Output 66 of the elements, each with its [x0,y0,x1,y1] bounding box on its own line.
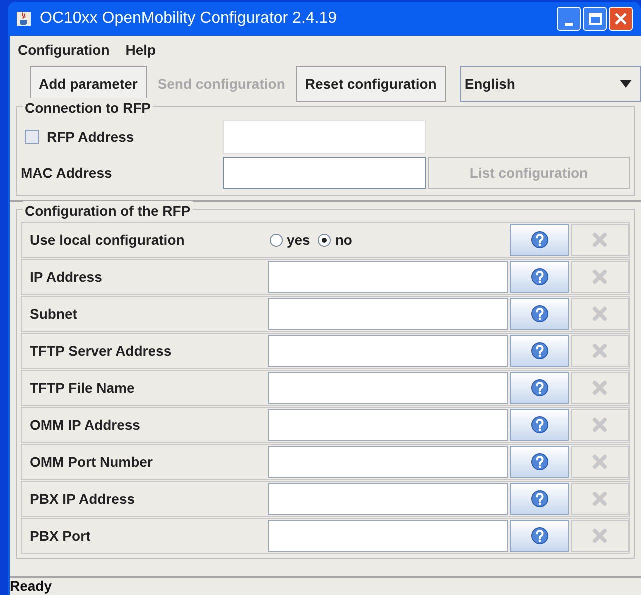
radio-label: no [335,230,352,250]
language-dropdown[interactable]: English [460,66,641,102]
help-button[interactable] [510,372,570,404]
help-icon [530,416,549,434]
help-button[interactable] [510,224,570,256]
mac-address-field[interactable] [223,157,426,189]
close-icon [592,380,608,396]
parameter-field[interactable] [268,261,508,293]
close-icon [592,417,608,433]
close-button[interactable] [609,7,633,31]
radio-button[interactable] [318,234,332,246]
status-text: Ready [10,577,52,595]
help-icon [530,453,549,471]
parameter-field[interactable] [268,409,508,441]
parameter-label: Use local configuration [29,230,186,250]
help-icon [530,342,549,360]
checkbox[interactable] [25,130,39,144]
close-icon [592,454,608,470]
close-icon [614,12,628,26]
menu-item[interactable]: Configuration [18,40,110,60]
help-icon [530,527,549,545]
toolbar-button[interactable]: Reset configuration [296,66,446,102]
parameter-label: OMM Port Number [29,452,154,472]
minimize-button[interactable] [557,7,581,31]
help-button[interactable] [510,446,570,478]
parameter-label: Subnet [29,304,78,324]
help-button[interactable] [510,520,570,552]
parameter-label: TFTP Server Address [29,342,173,360]
parameter-field[interactable] [268,520,508,552]
close-icon [592,491,608,507]
parameter-label: TFTP File Name [29,378,136,398]
maximize-button[interactable] [583,7,607,31]
close-icon [592,528,608,544]
parameter-label: PBX IP Address [29,490,136,508]
dropdown-arrow-icon [620,80,632,88]
menu-item[interactable]: Help [126,40,156,60]
help-icon [530,231,549,249]
radio-button[interactable] [270,234,283,246]
radio-label: yes [286,230,310,250]
help-button[interactable] [510,298,570,330]
parameter-field[interactable] [268,335,508,367]
parameter-field[interactable] [268,298,508,330]
parameter-field[interactable] [268,483,508,515]
help-button[interactable] [510,409,570,441]
close-icon [592,306,608,322]
parameter-field[interactable] [268,372,508,404]
parameter-label: OMM IP Address [29,416,142,434]
close-icon [592,343,608,359]
help-icon [530,379,549,397]
close-icon [592,232,608,248]
help-icon [530,305,549,323]
parameter-label: IP Address [29,268,104,286]
field-label: MAC Address [21,164,114,182]
checkbox-label: RFP Address [47,128,134,146]
parameter-label: PBX Port [29,526,92,546]
parameter-field[interactable] [268,446,508,478]
help-icon [530,268,549,286]
help-button[interactable] [510,261,570,293]
help-button[interactable] [510,335,570,367]
java-cup-icon [16,11,32,27]
help-icon [530,490,549,508]
window-title: OC10xx OpenMobility Configurator 2.4.19 [40,9,338,29]
close-icon [592,269,608,285]
help-button[interactable] [510,483,570,515]
group-title: Configuration of the RFP [23,201,193,222]
rfp-address-field[interactable] [223,120,426,154]
